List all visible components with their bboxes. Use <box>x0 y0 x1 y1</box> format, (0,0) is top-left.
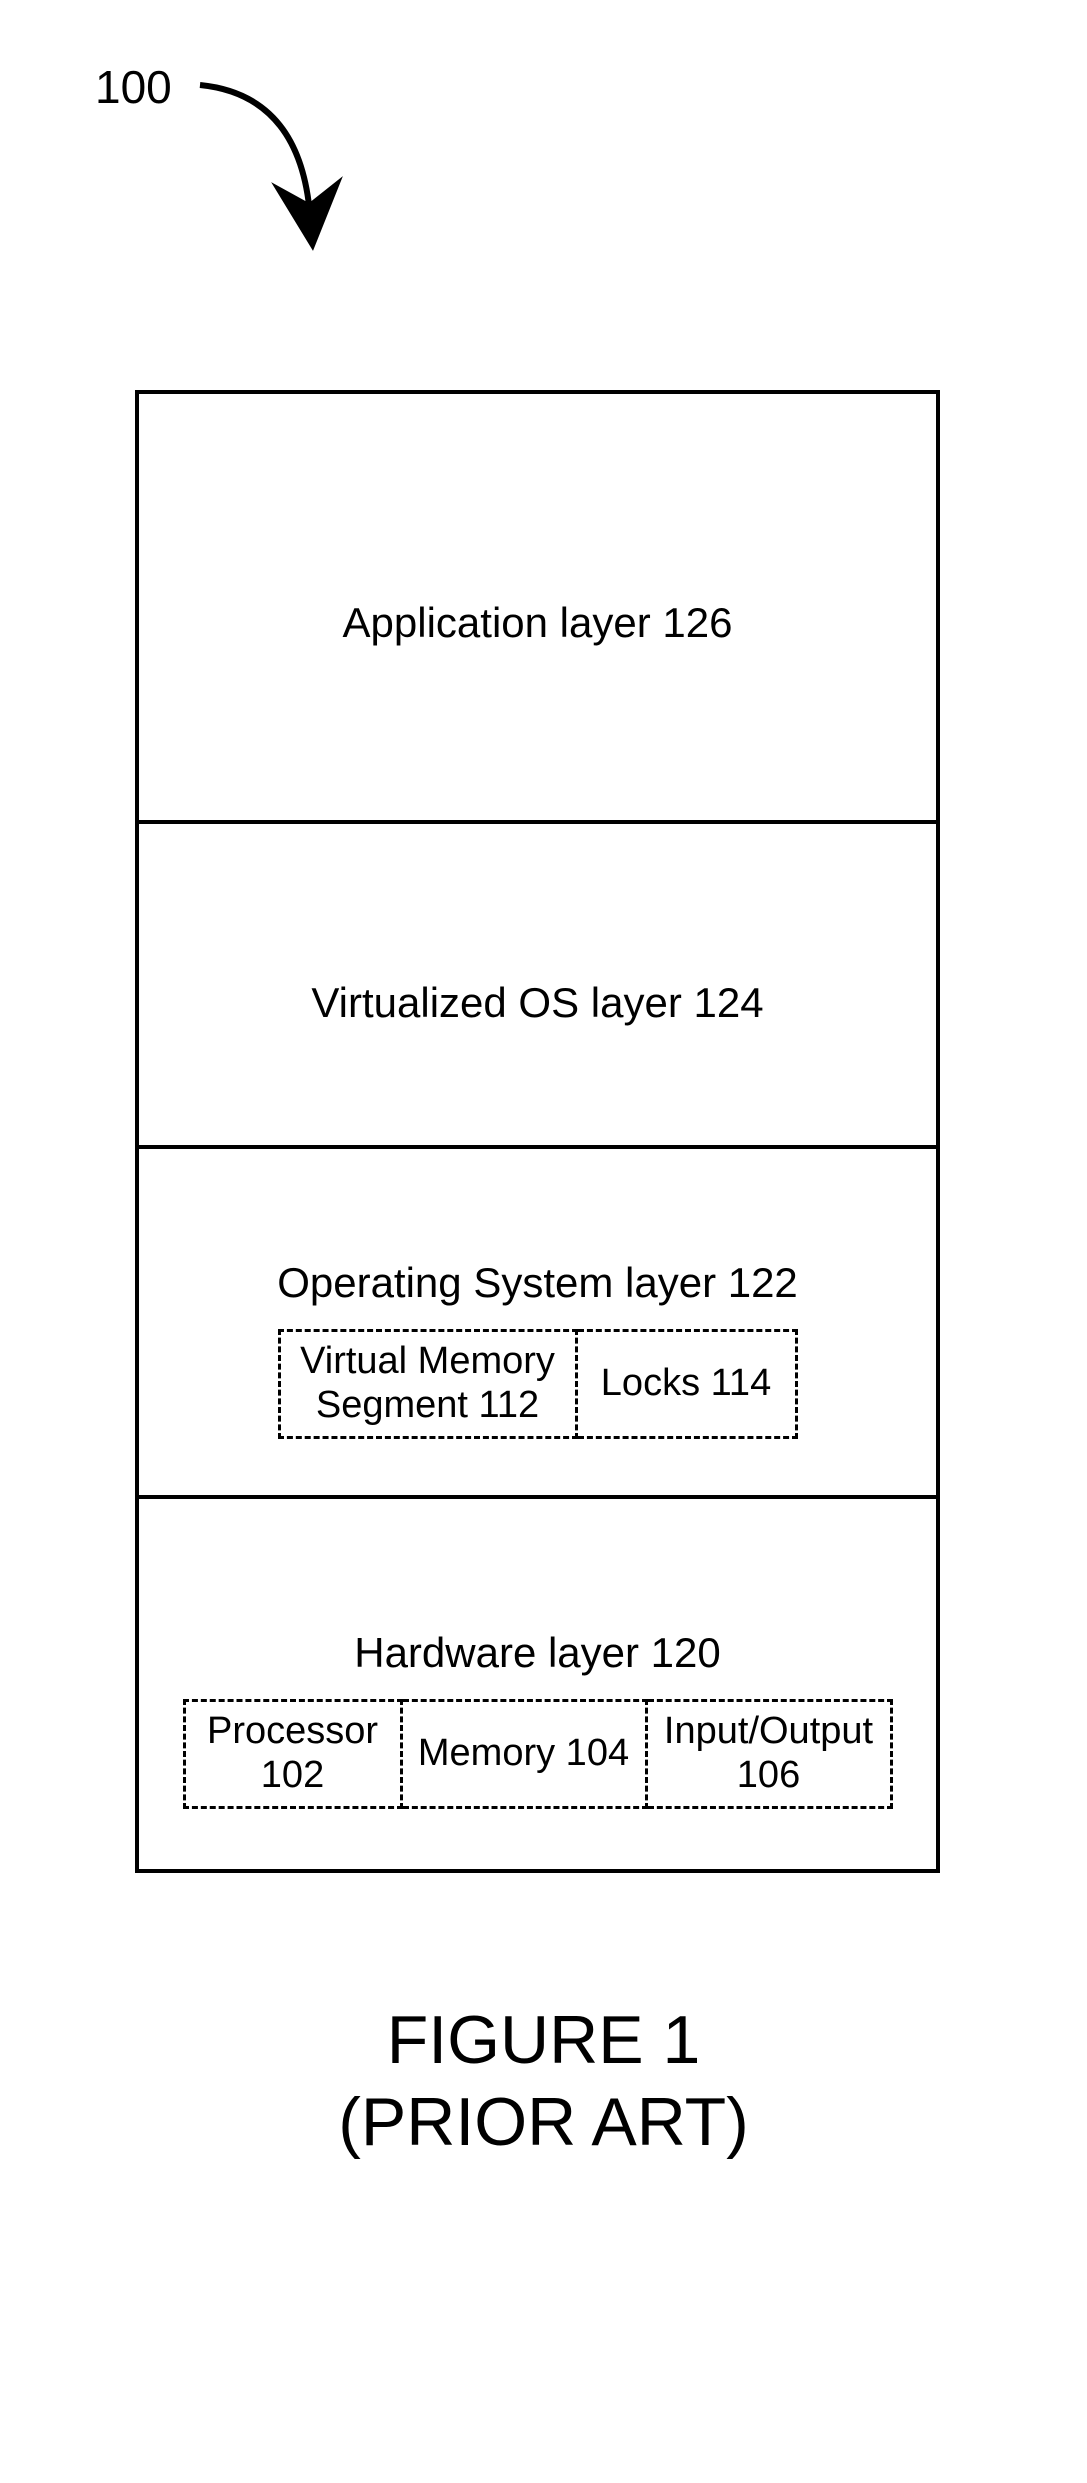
memory-box: Memory 104 <box>403 1699 648 1809</box>
hardware-layer-label: Hardware layer 120 <box>354 1629 721 1677</box>
hardware-components-row: Processor102 Memory 104 Input/Output106 <box>139 1699 936 1809</box>
operating-system-layer-label: Operating System layer 122 <box>277 1259 798 1307</box>
operating-system-layer: Operating System layer 122 Virtual Memor… <box>139 1149 936 1499</box>
locks-box: Locks 114 <box>578 1329 798 1439</box>
application-layer: Application layer 126 <box>139 394 936 824</box>
ref-arrow <box>180 65 360 255</box>
io-box: Input/Output106 <box>648 1699 893 1809</box>
figure-ref-number: 100 <box>95 60 172 114</box>
processor-box: Processor102 <box>183 1699 403 1809</box>
hardware-layer: Hardware layer 120 Processor102 Memory 1… <box>139 1499 936 1869</box>
layer-stack: Application layer 126 Virtualized OS lay… <box>135 390 940 1873</box>
figure-caption-line2: (PRIOR ART) <box>0 2082 1087 2164</box>
virtualized-os-layer: Virtualized OS layer 124 <box>139 824 936 1149</box>
figure-caption: FIGURE 1 (PRIOR ART) <box>0 2000 1087 2163</box>
application-layer-label: Application layer 126 <box>343 599 733 647</box>
figure-caption-line1: FIGURE 1 <box>0 2000 1087 2082</box>
virtual-memory-segment-box: Virtual MemorySegment 112 <box>278 1329 578 1439</box>
os-components-row: Virtual MemorySegment 112 Locks 114 <box>139 1329 936 1439</box>
virtualized-os-layer-label: Virtualized OS layer 124 <box>311 979 763 1027</box>
